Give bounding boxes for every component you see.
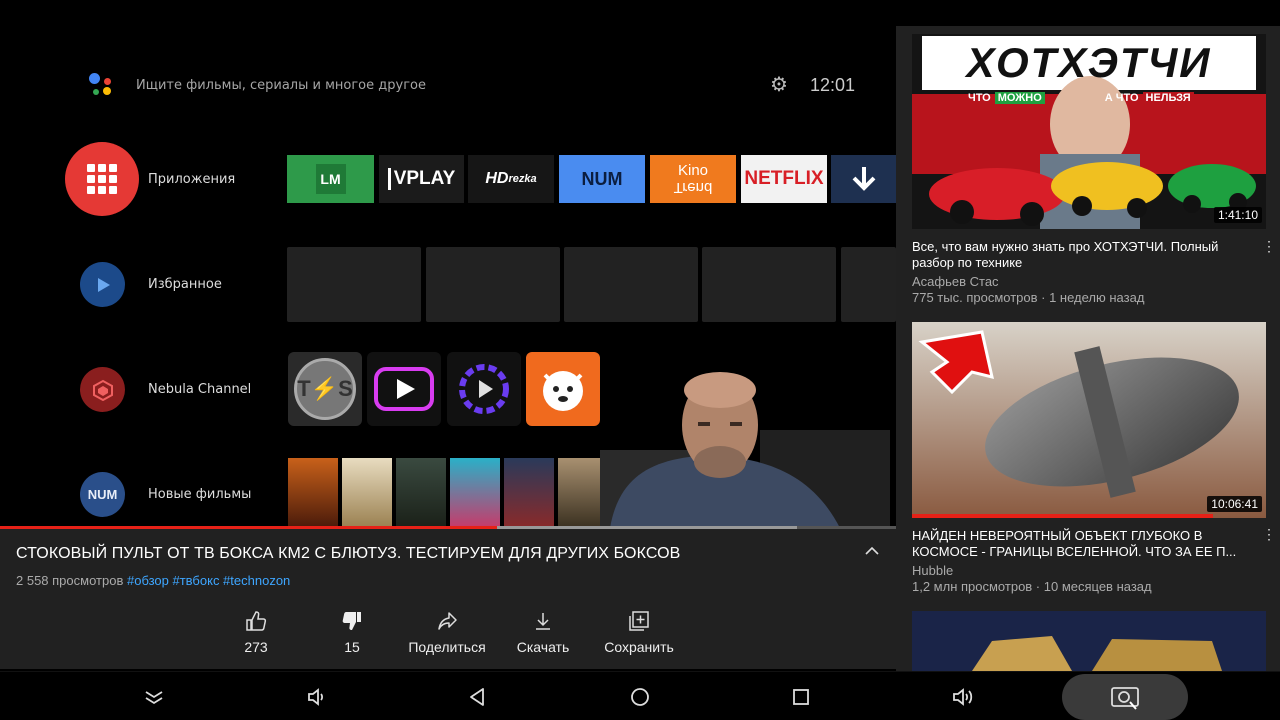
gear-icon: ⚙ bbox=[770, 74, 788, 96]
movie-poster bbox=[396, 458, 446, 528]
video-info-panel: СТОКОВЫЙ ПУЛЬТ ОТ ТВ БОКСА КМ2 С БЛЮТУЗ.… bbox=[0, 529, 896, 669]
playlist-add-icon bbox=[594, 609, 684, 633]
row-label-nebula: Nebula Channel bbox=[148, 382, 252, 397]
movie-poster bbox=[504, 458, 554, 528]
app-tile-vplay: V PLAY bbox=[379, 155, 464, 203]
recommendations-sidebar: ХОТХЭТЧИ ЧТО МОЖНО А ЧТО НЕЛЬЗЯ 1:41:10 … bbox=[896, 26, 1280, 671]
rec-thumbnail[interactable]: 10:06:41 bbox=[912, 322, 1266, 518]
favorite-tile bbox=[287, 247, 421, 322]
tv-search-bar: Ищите фильмы, сериалы и многое другое bbox=[86, 70, 426, 100]
row-label-apps: Приложения bbox=[148, 172, 236, 187]
dislike-button[interactable]: 15 bbox=[307, 609, 397, 655]
favorite-tile bbox=[564, 247, 698, 322]
rec-channel: Hubble bbox=[912, 563, 954, 578]
rec-title[interactable]: НАЙДЕН НЕВЕРОЯТНЫЙ ОБЪЕКТ ГЛУБОКО В КОСМ… bbox=[912, 528, 1252, 560]
row-label-new-movies: Новые фильмы bbox=[148, 487, 252, 502]
rec-thumbnail-title: ХОТХЭТЧИ bbox=[966, 39, 1212, 86]
banner-word: МОЖНО bbox=[994, 92, 1045, 104]
nebula-app-player bbox=[447, 352, 521, 426]
app-tile-netflix: NETFLIX bbox=[741, 155, 827, 203]
rec-channel: Асафьев Стас bbox=[912, 274, 999, 289]
home-icon[interactable] bbox=[620, 682, 660, 712]
favorite-tile bbox=[426, 247, 560, 322]
rec-thumbnail[interactable] bbox=[912, 611, 1266, 671]
like-button[interactable]: 273 bbox=[211, 609, 301, 655]
app-tile-num: NUM bbox=[559, 155, 645, 203]
app-tile-hdrezka: HD rezka bbox=[468, 155, 554, 203]
save-button[interactable]: Сохранить bbox=[594, 609, 684, 655]
google-assistant-icon bbox=[86, 70, 116, 100]
volume-down-icon[interactable] bbox=[296, 682, 336, 712]
nebula-cube-icon bbox=[80, 367, 125, 412]
app-tile-download bbox=[831, 155, 896, 203]
tv-clock: 12:01 bbox=[810, 75, 856, 95]
rec-thumbnail-image bbox=[912, 611, 1266, 671]
nebula-app-ts: T ⚡ S bbox=[288, 352, 362, 426]
movie-poster bbox=[288, 458, 338, 528]
like-count: 273 bbox=[244, 639, 268, 655]
rec-thumbnail-banner: ЧТО МОЖНО А ЧТО НЕЛЬЗЯ bbox=[968, 92, 1194, 104]
more-vert-icon[interactable]: ⋮ bbox=[1262, 238, 1276, 255]
movie-poster bbox=[342, 458, 392, 528]
share-label: Поделиться bbox=[408, 639, 486, 655]
rec-meta: 1,2 млн просмотров · 10 месяцев назад bbox=[912, 579, 1152, 594]
dislike-count: 15 bbox=[344, 639, 360, 655]
collapse-icon[interactable] bbox=[134, 682, 174, 712]
download-button[interactable]: Скачать bbox=[498, 609, 588, 655]
watched-progress bbox=[912, 514, 1213, 518]
save-label: Сохранить bbox=[604, 639, 674, 655]
recents-icon[interactable] bbox=[781, 682, 821, 712]
share-icon bbox=[402, 609, 492, 633]
rec-meta: 775 тыс. просмотров · 1 неделю назад bbox=[912, 290, 1145, 305]
banner-word: ЧТО bbox=[968, 92, 991, 104]
apps-grid-icon bbox=[65, 142, 139, 216]
chevron-up-icon[interactable] bbox=[864, 543, 880, 564]
thumbs-down-icon bbox=[307, 609, 397, 633]
rec-thumbnail[interactable]: ХОТХЭТЧИ ЧТО МОЖНО А ЧТО НЕЛЬЗЯ 1:41:10 bbox=[912, 34, 1266, 229]
share-button[interactable]: Поделиться bbox=[402, 609, 492, 655]
screenshot-icon[interactable] bbox=[1105, 682, 1145, 712]
num-icon: NUM bbox=[80, 472, 125, 517]
video-player[interactable]: Ищите фильмы, сериалы и многое другое ⚙ … bbox=[0, 0, 896, 528]
download-label: Скачать bbox=[516, 639, 570, 655]
video-meta: 2 558 просмотров #обзор #твбокс #technoz… bbox=[16, 573, 290, 588]
num-icon-text: NUM bbox=[87, 487, 118, 502]
favorite-tile bbox=[841, 247, 896, 322]
rec-thumbnail-image bbox=[912, 322, 1266, 518]
video-duration: 1:41:10 bbox=[1213, 207, 1262, 223]
thumbs-up-icon bbox=[211, 609, 301, 633]
volume-up-icon[interactable] bbox=[944, 682, 984, 712]
download-icon bbox=[498, 609, 588, 633]
nebula-app-vanced bbox=[367, 352, 441, 426]
more-vert-icon[interactable]: ⋮ bbox=[1262, 526, 1276, 543]
app-tile-lm: LM bbox=[287, 155, 374, 203]
play-circle-icon bbox=[80, 262, 125, 307]
video-title: СТОКОВЫЙ ПУЛЬТ ОТ ТВ БОКСА КМ2 С БЛЮТУЗ.… bbox=[16, 545, 681, 562]
app-tile-kinotrend: Kino Trend bbox=[650, 155, 736, 203]
presenter-overlay bbox=[600, 372, 890, 528]
movie-poster bbox=[450, 458, 500, 528]
banner-word: А ЧТО bbox=[1104, 92, 1139, 104]
video-hashtags[interactable]: #обзор #твбокс #technozon bbox=[127, 573, 290, 588]
android-nav-bar bbox=[0, 671, 1280, 720]
back-icon[interactable] bbox=[458, 682, 498, 712]
video-duration: 10:06:41 bbox=[1207, 496, 1262, 512]
rec-title[interactable]: Все, что вам нужно знать про ХОТХЭТЧИ. П… bbox=[912, 239, 1252, 271]
row-label-favorites: Избранное bbox=[148, 277, 222, 292]
favorite-tile bbox=[702, 247, 836, 322]
banner-word: НЕЛЬЗЯ bbox=[1142, 92, 1194, 104]
tv-search-placeholder: Ищите фильмы, сериалы и многое другое bbox=[136, 77, 426, 93]
video-views: 2 558 просмотров bbox=[16, 573, 124, 588]
